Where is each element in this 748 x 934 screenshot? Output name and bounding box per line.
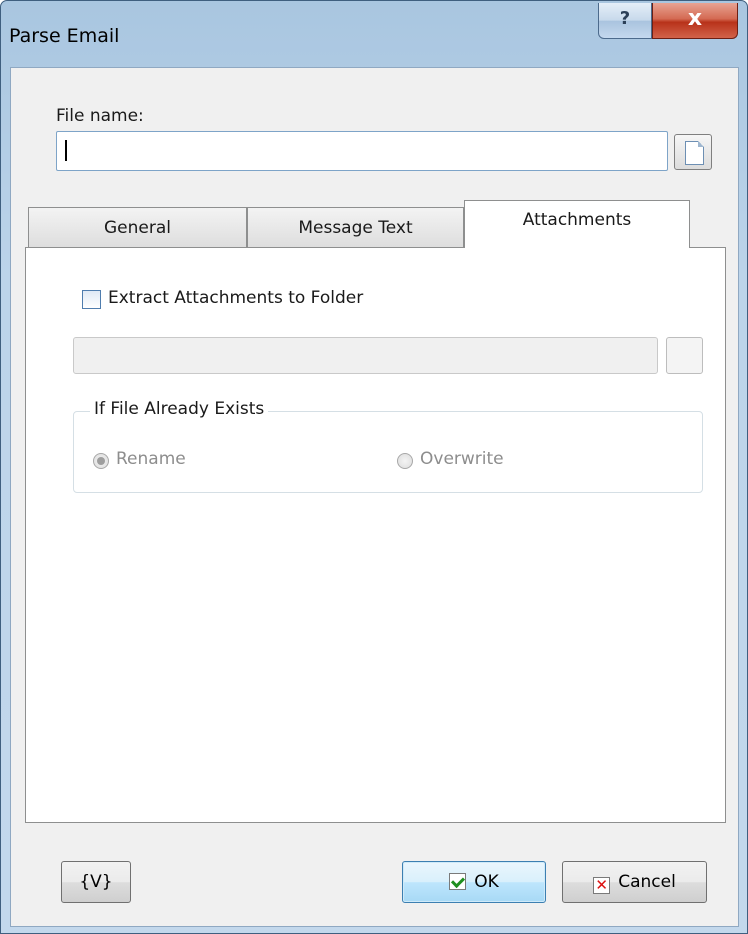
cancel-button[interactable]: ✕ Cancel: [562, 861, 707, 903]
document-icon: [685, 141, 704, 165]
rename-label: Rename: [116, 449, 186, 469]
file-exists-group: If File Already Exists Rename Overwrite: [73, 399, 703, 493]
attachments-panel: Extract Attachments to Folder If File Al…: [25, 247, 726, 823]
tab-attachments[interactable]: Attachments: [464, 200, 690, 248]
help-button[interactable]: ?: [598, 3, 652, 39]
cancel-label: Cancel: [618, 872, 676, 892]
folder-browse-button: [666, 337, 703, 374]
overwrite-radio: [397, 453, 413, 469]
folder-path-input: [73, 337, 658, 374]
dialog-window: Parse Email ? x File name: General Messa…: [0, 0, 748, 934]
tab-message-text[interactable]: Message Text: [247, 207, 464, 247]
text-caret: [65, 140, 67, 161]
window-title: Parse Email: [9, 25, 120, 47]
file-name-label: File name:: [56, 106, 144, 126]
x-icon: ✕: [593, 877, 611, 894]
variables-button[interactable]: {V}: [61, 861, 131, 903]
checkmark-icon: [449, 873, 467, 890]
dialog-body: File name: General Message Text Attachme…: [10, 67, 739, 927]
file-browse-button[interactable]: [674, 134, 712, 170]
close-button[interactable]: x: [652, 3, 738, 39]
overwrite-label: Overwrite: [420, 449, 504, 469]
extract-attachments-checkbox[interactable]: [82, 290, 101, 309]
file-exists-group-title: If File Already Exists: [90, 399, 269, 419]
extract-attachments-label[interactable]: Extract Attachments to Folder: [108, 288, 363, 308]
tab-general[interactable]: General: [28, 207, 247, 247]
title-bar[interactable]: Parse Email ? x: [1, 1, 747, 65]
file-name-input[interactable]: [56, 131, 668, 171]
ok-button[interactable]: OK: [402, 861, 546, 903]
ok-label: OK: [474, 872, 499, 892]
rename-radio: [93, 453, 109, 469]
